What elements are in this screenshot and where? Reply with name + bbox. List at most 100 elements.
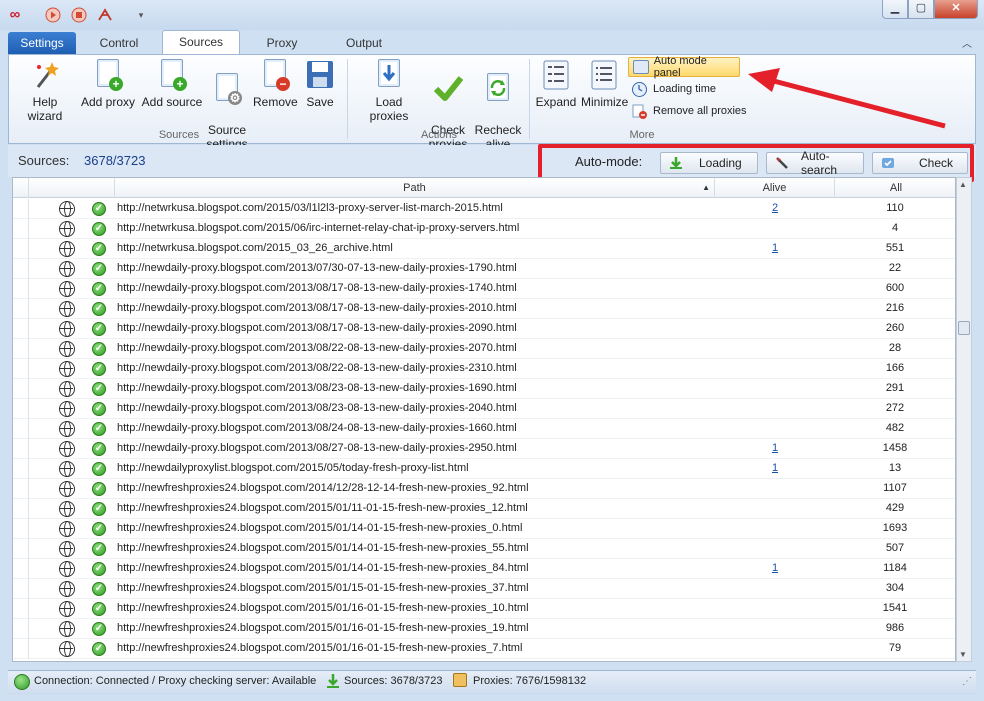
table-row[interactable]: ✓ http://newdailyproxylist.blogspot.com/2… <box>13 459 955 479</box>
add-source-icon: + <box>157 59 187 91</box>
row-path: http://newfreshproxies24.blogspot.com/20… <box>117 582 529 594</box>
table-row[interactable]: ✓ http://netwrkusa.blogspot.com/2015/06/i… <box>13 219 955 239</box>
status-ok-icon: ✓ <box>92 502 106 516</box>
row-all: 79 <box>888 642 902 654</box>
row-all: 1458 <box>882 442 908 454</box>
vertical-scrollbar[interactable]: ▲ ▼ <box>956 177 972 662</box>
table-row[interactable]: ✓ http://newdaily-proxy.blogspot.com/2013… <box>13 439 955 459</box>
row-selector[interactable] <box>13 339 29 359</box>
expand-button[interactable]: Expand <box>535 59 577 109</box>
add-proxy-button[interactable]: + Add proxy <box>79 59 137 109</box>
tab-settings[interactable]: Settings <box>8 32 76 54</box>
load-proxies-button[interactable]: Load proxies <box>355 59 423 123</box>
auto-search-button[interactable]: Auto-search <box>766 149 864 177</box>
table-row[interactable]: ✓ http://newfreshproxies24.blogspot.com/2… <box>13 619 955 639</box>
auto-mode-panel-button[interactable]: Auto mode panel <box>628 55 740 79</box>
table-row[interactable]: ✓ http://newfreshproxies24.blogspot.com/2… <box>13 559 955 579</box>
table-row[interactable]: ✓ http://newfreshproxies24.blogspot.com/2… <box>13 599 955 619</box>
row-selector[interactable] <box>13 439 29 459</box>
table-row[interactable]: ✓ http://newdaily-proxy.blogspot.com/2013… <box>13 339 955 359</box>
resize-grip-icon[interactable]: ⋰ <box>962 676 972 687</box>
expand-icon <box>541 59 571 91</box>
row-selector[interactable] <box>13 379 29 399</box>
table-row[interactable]: ✓ http://newfreshproxies24.blogspot.com/2… <box>13 499 955 519</box>
table-row[interactable]: ✓ http://newdaily-proxy.blogspot.com/2013… <box>13 319 955 339</box>
table-row[interactable]: ✓ http://newdaily-proxy.blogspot.com/2013… <box>13 399 955 419</box>
tab-sources[interactable]: Sources <box>162 30 240 54</box>
scroll-down-icon[interactable]: ▼ <box>959 650 967 659</box>
table-row[interactable]: ✓ http://newdaily-proxy.blogspot.com/2013… <box>13 259 955 279</box>
row-selector[interactable] <box>13 259 29 279</box>
row-selector[interactable] <box>13 399 29 419</box>
row-selector[interactable] <box>13 279 29 299</box>
row-selector[interactable] <box>13 499 29 519</box>
row-alive[interactable]: 1 <box>715 462 835 474</box>
header-alive[interactable]: Alive <box>715 178 835 198</box>
group-separator <box>347 59 348 139</box>
row-selector[interactable] <box>13 299 29 319</box>
row-selector[interactable] <box>13 579 29 599</box>
row-selector[interactable] <box>13 519 29 539</box>
add-source-button[interactable]: + Add source <box>141 59 203 109</box>
row-selector[interactable] <box>13 539 29 559</box>
remove-button[interactable]: − Remove <box>253 59 298 109</box>
row-selector[interactable] <box>13 359 29 379</box>
row-selector[interactable] <box>13 199 29 219</box>
row-selector[interactable] <box>13 559 29 579</box>
row-selector[interactable] <box>13 639 29 659</box>
row-path: http://newfreshproxies24.blogspot.com/20… <box>117 542 529 554</box>
remove-all-proxies-button[interactable]: Remove all proxies <box>628 101 751 121</box>
collapse-ribbon-icon[interactable]: ︿ <box>962 35 972 50</box>
auto-loading-button[interactable]: Loading <box>660 152 758 174</box>
row-alive[interactable]: 1 <box>715 442 835 454</box>
play-icon[interactable] <box>44 6 62 24</box>
table-row[interactable]: ✓ http://netwrkusa.blogspot.com/2015/03/l… <box>13 199 955 219</box>
table-row[interactable]: ✓ http://newdaily-proxy.blogspot.com/2013… <box>13 359 955 379</box>
scrollbar-thumb[interactable] <box>958 321 970 335</box>
network-icon[interactable] <box>96 6 114 24</box>
table-row[interactable]: ✓ http://newfreshproxies24.blogspot.com/2… <box>13 539 955 559</box>
stop-icon[interactable] <box>70 6 88 24</box>
table-row[interactable]: ✓ http://newdaily-proxy.blogspot.com/2013… <box>13 279 955 299</box>
row-alive[interactable]: 1 <box>715 562 835 574</box>
minimize-tree-button[interactable]: Minimize <box>581 59 628 109</box>
row-all: 304 <box>885 582 905 594</box>
auto-check-button[interactable]: Check <box>872 152 968 174</box>
table-row[interactable]: ✓ http://newfreshproxies24.blogspot.com/2… <box>13 519 955 539</box>
row-alive[interactable]: 1 <box>715 242 835 254</box>
row-selector[interactable] <box>13 419 29 439</box>
help-wizard-button[interactable]: Help wizard <box>15 59 75 123</box>
row-selector[interactable] <box>13 239 29 259</box>
row-selector[interactable] <box>13 459 29 479</box>
row-path: http://newdaily-proxy.blogspot.com/2013/… <box>117 442 517 454</box>
minimize-button[interactable]: ▁ <box>882 0 908 19</box>
header-all[interactable]: All <box>835 178 955 198</box>
table-row[interactable]: ✓ http://newdaily-proxy.blogspot.com/2013… <box>13 379 955 399</box>
maximize-button[interactable]: ▢ <box>908 0 934 19</box>
dropdown-icon[interactable]: ▾ <box>132 6 150 24</box>
header-path[interactable]: Path ▲ <box>115 178 715 198</box>
infinity-icon[interactable]: ∞ <box>6 6 24 24</box>
row-selector[interactable] <box>13 619 29 639</box>
table-row[interactable]: ✓ http://newfreshproxies24.blogspot.com/2… <box>13 579 955 599</box>
row-selector[interactable] <box>13 479 29 499</box>
row-selector[interactable] <box>13 219 29 239</box>
table-row[interactable]: ✓ http://newdaily-proxy.blogspot.com/2013… <box>13 419 955 439</box>
table-row[interactable]: ✓ http://newfreshproxies24.blogspot.com/2… <box>13 479 955 499</box>
row-selector[interactable] <box>13 599 29 619</box>
tab-output[interactable]: Output <box>324 32 404 54</box>
save-button[interactable]: Save <box>299 59 341 109</box>
table-row[interactable]: ✓ http://newdaily-proxy.blogspot.com/2013… <box>13 299 955 319</box>
scroll-up-icon[interactable]: ▲ <box>959 180 967 189</box>
row-all: 429 <box>885 502 905 514</box>
tab-proxy[interactable]: Proxy <box>240 32 324 54</box>
row-all: 1107 <box>883 482 907 494</box>
tab-control[interactable]: Control <box>76 32 162 54</box>
loading-time-button[interactable]: Loading time <box>628 79 720 99</box>
row-selector[interactable] <box>13 319 29 339</box>
table-row[interactable]: ✓ http://newfreshproxies24.blogspot.com/2… <box>13 639 955 659</box>
table-row[interactable]: ✓ http://netwrkusa.blogspot.com/2015_03_2… <box>13 239 955 259</box>
close-button[interactable]: ✕ <box>934 0 978 19</box>
sources-status: Sources: 3678/3723 <box>344 675 443 687</box>
row-alive[interactable]: 2 <box>715 202 835 214</box>
